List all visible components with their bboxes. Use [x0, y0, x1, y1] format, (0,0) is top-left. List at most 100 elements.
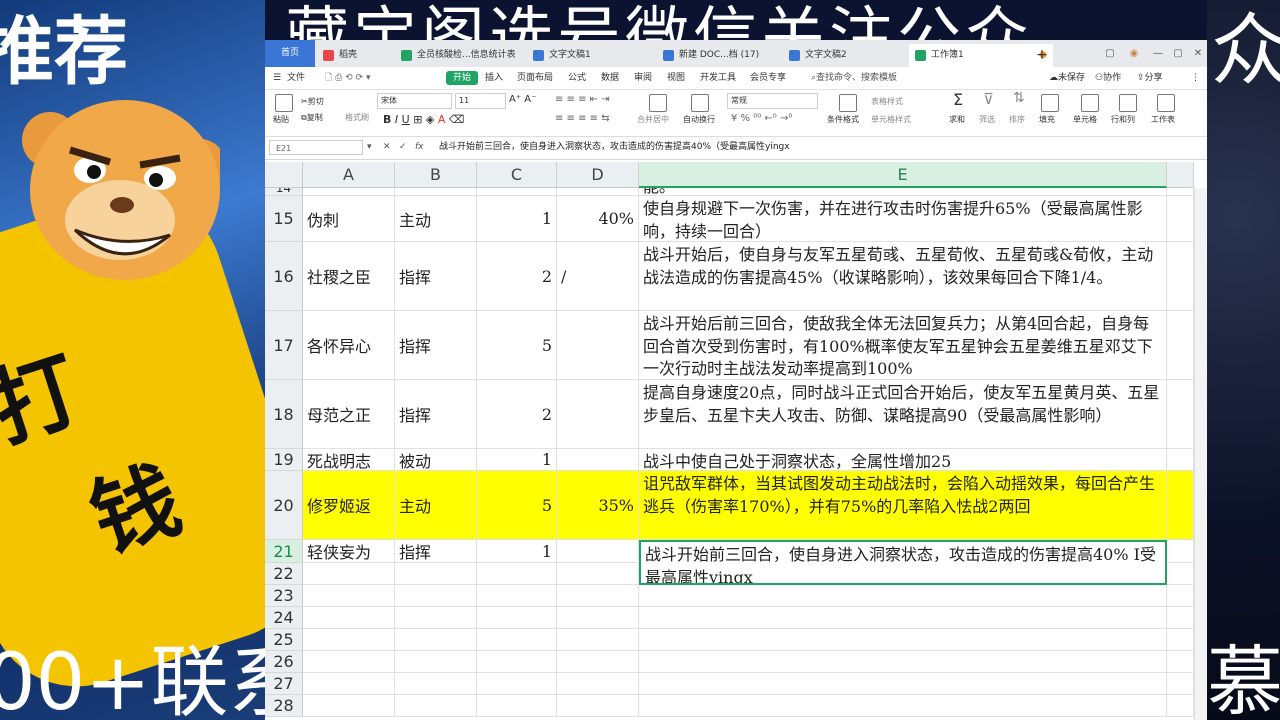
cell-c-row[interactable]: 5 — [477, 471, 557, 540]
sort-button[interactable]: 排序 — [1009, 114, 1025, 125]
cell-e-row[interactable]: 使自身规避下一次伤害，并在进行攻击时伤害提升65%（受最高属性影响，持续一回合） — [639, 196, 1167, 242]
cell-d-row[interactable] — [557, 311, 639, 380]
cell-e-row[interactable] — [639, 585, 1167, 607]
cell-b-row[interactable] — [395, 563, 477, 585]
paste-icon[interactable] — [275, 94, 293, 112]
sheet-icon[interactable] — [1157, 94, 1175, 112]
cell-e-row[interactable]: 战斗开始前三回合，使自身进入洞察状态，攻击造成的伤害提高40% I受最高属性yi… — [639, 540, 1167, 585]
cell-a-row[interactable]: 母范之正 — [303, 380, 395, 449]
cell-b-row[interactable] — [395, 695, 477, 717]
cell-d-row[interactable] — [557, 607, 639, 629]
cell-c-row[interactable] — [477, 563, 557, 585]
cell-c-row[interactable] — [477, 629, 557, 651]
cell-a-row[interactable] — [303, 607, 395, 629]
cell-f-row[interactable] — [1167, 673, 1194, 695]
unsaved-status[interactable]: ☁未保存 — [1049, 71, 1085, 85]
cell-d-row[interactable]: / — [557, 242, 639, 311]
cell-a-row[interactable] — [303, 629, 395, 651]
menu-review[interactable]: 审阅 — [634, 71, 652, 85]
more-icon[interactable]: ⋮ — [1191, 71, 1200, 85]
cell-d-row[interactable] — [557, 540, 639, 563]
wrap-text-button[interactable]: 自动换行 — [683, 114, 715, 125]
cell-f-row[interactable] — [1167, 188, 1194, 196]
cell-f-row[interactable] — [1167, 585, 1194, 607]
cell-c-row[interactable] — [477, 673, 557, 695]
cell-a-row[interactable] — [303, 188, 395, 196]
cell-b-row[interactable]: 指挥 — [395, 242, 477, 311]
menu-data[interactable]: 数据 — [601, 71, 619, 85]
cell-e-row[interactable] — [639, 695, 1167, 717]
row-col-icon[interactable] — [1119, 94, 1137, 112]
paste-button[interactable]: 粘贴 — [273, 114, 289, 125]
alignment-icons-top[interactable]: ≡ ≡ ≡ ⇤ ⇥ — [555, 94, 610, 105]
format-painter-button[interactable]: 格式刷 — [345, 112, 369, 123]
column-header-b[interactable]: B — [395, 162, 477, 188]
wrap-text-icon[interactable] — [691, 94, 709, 112]
cell-c-row[interactable] — [477, 585, 557, 607]
confirm-edit-icon[interactable]: ✓ — [399, 140, 407, 155]
cell-d-row[interactable]: 40% — [557, 196, 639, 242]
cell-c-row[interactable]: 1 — [477, 449, 557, 471]
cell-b-row[interactable]: 被动 — [395, 449, 477, 471]
close-button[interactable]: ✕ — [1187, 40, 1207, 67]
tab-doc1[interactable]: 文字文稿1 — [527, 44, 675, 67]
cells-button[interactable]: 单元格 — [1073, 114, 1097, 125]
row-header[interactable]: 27 — [265, 673, 303, 695]
sum-button[interactable]: 求和 — [949, 114, 965, 125]
name-box-dropdown-icon[interactable]: ▾ — [367, 140, 372, 155]
cell-d-row[interactable] — [557, 673, 639, 695]
tab-new-doc[interactable]: 新建 DOC...档 (17) — [657, 44, 803, 67]
cell-e-row[interactable]: 能。 — [639, 188, 1167, 196]
cell-c-row[interactable] — [477, 188, 557, 196]
cell-a-row[interactable]: 修罗姬返 — [303, 471, 395, 540]
menu-member[interactable]: 会员专享 — [750, 71, 786, 85]
cell-c-row[interactable] — [477, 607, 557, 629]
filter-button[interactable]: 筛选 — [979, 114, 995, 125]
cell-b-row[interactable] — [395, 188, 477, 196]
row-header[interactable]: 15 — [265, 196, 303, 242]
cell-e-row[interactable] — [639, 607, 1167, 629]
filter-icon[interactable]: ⊽ — [983, 90, 994, 108]
row-header[interactable]: 19 — [265, 449, 303, 471]
row-header[interactable]: 14 — [265, 188, 303, 196]
cell-e-row[interactable]: 战斗开始后，使自身与友军五星荀彧、五星荀攸、五星荀彧&荀攸，主动战法造成的伤害提… — [639, 242, 1167, 311]
conditional-format-button[interactable]: 条件格式 — [827, 114, 859, 125]
menu-home[interactable]: 开始 — [446, 71, 479, 85]
quick-access-icons[interactable]: 🗋 ⎙ ⟲ ⟳ ▾ — [325, 71, 370, 85]
cell-f-row[interactable] — [1167, 471, 1194, 540]
cell-d-row[interactable] — [557, 380, 639, 449]
cell-c-row[interactable]: 2 — [477, 242, 557, 311]
formula-input[interactable]: 战斗开始前三回合，使自身进入洞察状态，攻击造成的伤害提高40%（受最高属性yin… — [439, 140, 790, 155]
cell-b-row[interactable]: 指挥 — [395, 311, 477, 380]
cell-b-row[interactable] — [395, 651, 477, 673]
cell-a-row[interactable] — [303, 563, 395, 585]
table-style-button[interactable]: 表格样式 — [871, 96, 903, 107]
tab-workbook1[interactable]: 工作簿1 ● — [909, 44, 1053, 67]
menu-formula[interactable]: 公式 — [568, 71, 586, 85]
merge-icon[interactable] — [649, 94, 667, 112]
column-header-d[interactable]: D — [557, 162, 639, 188]
cell-d-row[interactable] — [557, 585, 639, 607]
number-format-icons[interactable]: ¥ % ⁰⁰ ←⁰ →⁰ — [731, 113, 792, 124]
row-header[interactable]: 25 — [265, 629, 303, 651]
cell-a-row[interactable]: 各怀异心 — [303, 311, 395, 380]
column-header-e[interactable]: E — [639, 162, 1167, 188]
cell-e-row[interactable]: 提高自身速度20点，同时战斗正式回合开始后，使友军五星黄月英、五星步皇后、五星卞… — [639, 380, 1167, 449]
cell-f-row[interactable] — [1167, 196, 1194, 242]
column-header-c[interactable]: C — [477, 162, 557, 188]
cell-e-row[interactable] — [639, 651, 1167, 673]
cell-a-row[interactable]: 社稷之臣 — [303, 242, 395, 311]
column-header-f[interactable] — [1167, 162, 1194, 188]
cell-f-row[interactable] — [1167, 540, 1194, 563]
cell-f-row[interactable] — [1167, 607, 1194, 629]
cut-button[interactable]: ✂剪切 — [301, 96, 324, 107]
tab-home[interactable]: 首页 — [265, 40, 315, 67]
cell-a-row[interactable] — [303, 695, 395, 717]
cell-a-row[interactable]: 伪刺 — [303, 196, 395, 242]
menu-developer[interactable]: 开发工具 — [700, 71, 736, 85]
cell-f-row[interactable] — [1167, 651, 1194, 673]
cell-b-row[interactable] — [395, 607, 477, 629]
cell-e-row[interactable]: 诅咒敌军群体，当其试图发动主动战法时，会陷入动摇效果，每回合产生逃兵（伤害率17… — [639, 471, 1167, 540]
cells-icon[interactable] — [1081, 94, 1099, 112]
cell-c-row[interactable]: 5 — [477, 311, 557, 380]
